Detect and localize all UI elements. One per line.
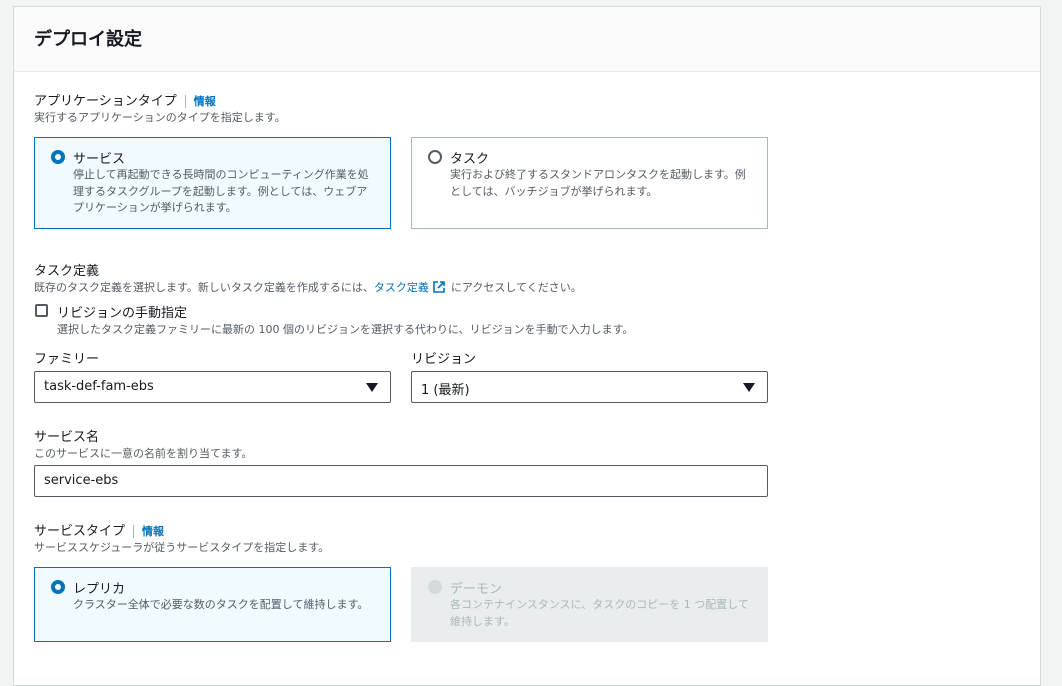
panel-header: デプロイ設定 <box>14 7 1040 72</box>
app-type-label: アプリケーションタイプ <box>34 94 177 109</box>
service-type-info-link[interactable]: 情報 <box>133 525 165 538</box>
service-type-label-row: サービスタイプ 情報 <box>34 520 165 539</box>
app-type-info-link[interactable]: 情報 <box>184 95 216 108</box>
caret-down-icon <box>366 383 378 392</box>
service-type-option-replica[interactable]: レプリカ クラスター全体で必要な数のタスクを配置して維持します。 <box>34 567 391 642</box>
manual-revision-label[interactable]: リビジョンの手動指定 <box>57 302 187 321</box>
daemon-option-description: 各コンテナインスタンスに、タスクのコピーを 1 つ配置して維持します。 <box>450 598 749 628</box>
app-type-label-row: アプリケーションタイプ 情報 <box>34 90 216 109</box>
service-name-input[interactable]: service-ebs <box>34 465 768 497</box>
daemon-option-title: デーモン <box>450 582 503 597</box>
app-type-option-service[interactable]: サービス 停止して再起動できる長時間のコンピューティング作業を処理するタスクグル… <box>34 137 391 229</box>
manual-revision-checkbox[interactable] <box>35 304 48 317</box>
replica-option-title: レプリカ <box>73 582 126 597</box>
task-radio[interactable] <box>428 150 442 164</box>
service-name-value: service-ebs <box>44 473 119 488</box>
app-type-option-task[interactable]: タスク 実行および終了するスタンドアロンタスクを起動します。例としては、バッチジ… <box>411 137 768 229</box>
replica-radio[interactable] <box>51 580 65 594</box>
task-def-description-before: 既存のタスク定義を選択します。新しいタスク定義を作成するには、 <box>34 281 374 294</box>
family-select[interactable]: task-def-fam-ebs <box>34 371 391 403</box>
app-type-description: 実行するアプリケーションのタイプを指定します。 <box>34 111 286 124</box>
service-type-description: サービススケジューラが従うサービスタイプを指定します。 <box>34 541 330 554</box>
replica-option-description: クラスター全体で必要な数のタスクを配置して維持します。 <box>73 598 369 611</box>
revision-select[interactable]: 1 (最新) <box>411 371 768 403</box>
service-name-description: このサービスに一意の名前を割り当てます。 <box>34 447 253 460</box>
task-def-description-after: にアクセスしてください。 <box>450 281 582 294</box>
service-type-label: サービスタイプ <box>34 524 126 539</box>
task-def-link[interactable]: タスク定義 <box>374 281 429 294</box>
service-type-option-daemon: デーモン 各コンテナインスタンスに、タスクのコピーを 1 つ配置して維持します。 <box>411 567 768 642</box>
manual-revision-description: 選択したタスク定義ファミリーに最新の 100 個のリビジョンを選択する代わりに、… <box>57 323 634 336</box>
service-option-title: サービス <box>73 152 126 167</box>
task-def-label: タスク定義 <box>34 264 100 279</box>
section-title: デプロイ設定 <box>34 29 142 50</box>
service-name-label: サービス名 <box>34 430 100 445</box>
external-link-icon[interactable] <box>432 280 446 297</box>
caret-down-icon <box>743 383 755 392</box>
service-option-description: 停止して再起動できる長時間のコンピューティング作業を処理するタスクグループを起動… <box>73 168 369 214</box>
revision-value: 1 (最新) <box>421 383 470 398</box>
family-value: task-def-fam-ebs <box>44 379 154 394</box>
family-label: ファミリー <box>34 352 100 367</box>
task-option-title: タスク <box>450 152 490 167</box>
revision-label: リビジョン <box>411 352 477 367</box>
task-option-description: 実行および終了するスタンドアロンタスクを起動します。例としては、バッチジョブが挙… <box>450 168 746 198</box>
task-def-description: 既存のタスク定義を選択します。新しいタスク定義を作成するには、タスク定義 にアクセ… <box>34 279 582 297</box>
service-radio[interactable] <box>51 150 65 164</box>
daemon-radio <box>428 580 442 594</box>
